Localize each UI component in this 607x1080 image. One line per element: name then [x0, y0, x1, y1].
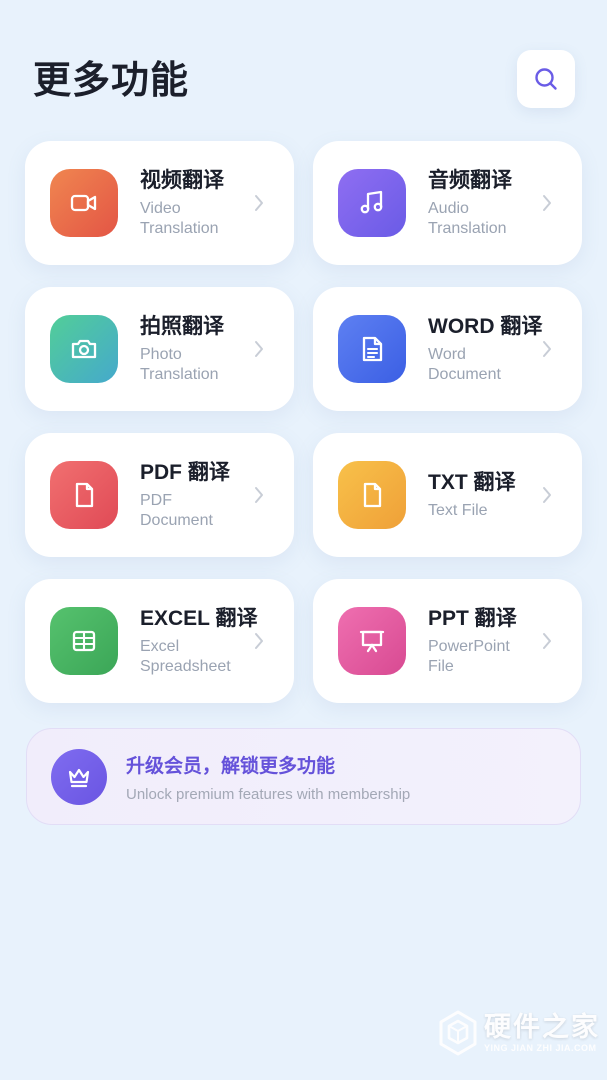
- file-icon: [363, 482, 382, 508]
- watermark-title: 硬件之家: [484, 1012, 600, 1042]
- card-icon-bg: [338, 607, 406, 675]
- card-icon-bg: [338, 461, 406, 529]
- card-icon-bg: [50, 315, 118, 383]
- card-title: PPT 翻译: [428, 607, 517, 630]
- card-icon-bg: [338, 169, 406, 237]
- watermark-logo-icon: [439, 1010, 477, 1056]
- card-icon-bg: [338, 315, 406, 383]
- feature-card-word[interactable]: WORD 翻译 Word Document: [313, 287, 582, 411]
- card-subtitle: PDF Document: [140, 492, 213, 529]
- feature-card-ppt[interactable]: PPT 翻译 PowerPoint File: [313, 579, 582, 703]
- chevron-right-icon: [255, 487, 263, 503]
- card-icon-bg: [50, 169, 118, 237]
- membership-banner[interactable]: 升级会员，解锁更多功能 Unlock premium features with…: [26, 728, 581, 825]
- chevron-right-icon: [543, 195, 551, 211]
- card-subtitle: Audio Translation: [428, 200, 507, 237]
- feature-card-photo[interactable]: 拍照翻译 Photo Translation: [25, 287, 294, 411]
- card-subtitle: Text File: [428, 502, 488, 519]
- feature-card-pdf[interactable]: PDF 翻译 PDF Document: [25, 433, 294, 557]
- chevron-right-icon: [543, 341, 551, 357]
- card-icon-bg: [50, 607, 118, 675]
- music-note-icon: [360, 190, 383, 214]
- file-icon: [75, 482, 94, 508]
- card-title: 视频翻译: [140, 169, 224, 192]
- camera-icon: [71, 339, 97, 359]
- card-title: WORD 翻译: [428, 315, 543, 338]
- feature-grid: 视频翻译 Video Translation 音频翻译 Audio Transl…: [25, 141, 582, 703]
- feature-card-video[interactable]: 视频翻译 Video Translation: [25, 141, 294, 265]
- presentation-icon: [359, 630, 385, 653]
- card-title: 拍照翻译: [140, 315, 224, 338]
- crown-icon: [68, 768, 90, 788]
- watermark: 硬件之家 YING JIAN ZHI JIA.COM: [438, 1010, 598, 1060]
- feature-card-audio[interactable]: 音频翻译 Audio Translation: [313, 141, 582, 265]
- feature-card-txt[interactable]: TXT 翻译 Text File: [313, 433, 582, 557]
- crown-icon-bg: [51, 749, 107, 805]
- banner-title: 升级会员，解锁更多功能: [126, 756, 336, 777]
- search-button[interactable]: [517, 50, 575, 108]
- card-title: 音频翻译: [428, 169, 512, 192]
- chevron-right-icon: [255, 633, 263, 649]
- card-subtitle: Word Document: [428, 346, 501, 383]
- card-subtitle: Photo Translation: [140, 346, 219, 383]
- document-icon: [362, 336, 383, 362]
- table-icon: [72, 630, 96, 652]
- chevron-right-icon: [255, 341, 263, 357]
- card-subtitle: PowerPoint File: [428, 638, 510, 675]
- feature-card-excel[interactable]: EXCEL 翻译 Excel Spreadsheet: [25, 579, 294, 703]
- watermark-subtitle: YING JIAN ZHI JIA.COM: [484, 1043, 597, 1053]
- card-subtitle: Video Translation: [140, 200, 219, 237]
- chevron-right-icon: [255, 195, 263, 211]
- banner-subtitle: Unlock premium features with membership: [126, 786, 411, 803]
- search-icon: [535, 68, 557, 90]
- card-title: TXT 翻译: [428, 471, 516, 494]
- chevron-right-icon: [543, 633, 551, 649]
- header: 更多功能: [0, 0, 607, 130]
- chevron-right-icon: [543, 487, 551, 503]
- card-title: PDF 翻译: [140, 461, 230, 484]
- card-subtitle: Excel Spreadsheet: [140, 638, 231, 675]
- page-title: 更多功能: [33, 60, 190, 102]
- card-title: EXCEL 翻译: [140, 607, 258, 630]
- card-icon-bg: [50, 461, 118, 529]
- video-camera-icon: [70, 194, 97, 212]
